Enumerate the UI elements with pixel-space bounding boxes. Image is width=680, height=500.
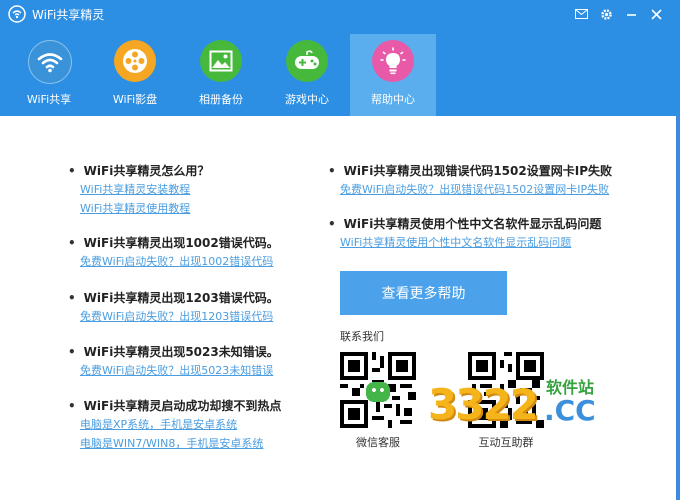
header: WiFi共享精灵 WiFi共享 WiFi影盘 相册备份 游戏中心 帮助中心 [0,0,680,116]
watermark-number: 3322 [428,380,539,429]
mail-icon[interactable] [572,5,590,23]
help-item: WiFi共享精灵出现1002错误代码。 免费WiFi启动失败？出现1002错误代… [80,234,340,271]
help-link[interactable]: 电脑是XP系统，手机是安卓系统 [80,415,340,434]
help-item: WiFi共享精灵出现1203错误代码。 免费WiFi启动失败？出现1203错误代… [80,289,340,326]
nav-item-wifi-share[interactable]: WiFi共享 [6,34,92,116]
help-item: WiFi共享精灵出现5023未知错误。 免费WiFi启动失败？出现5023未知错… [80,343,340,380]
nav-label: 相册备份 [199,93,243,106]
nav-label: WiFi共享 [26,93,72,106]
help-link[interactable]: WiFi共享精灵使用个性中文名软件显示乱码问题 [340,233,640,252]
title-bar[interactable]: WiFi共享精灵 [0,0,680,28]
watermark-domain: .CC [544,394,596,427]
wechat-qr-code [340,352,416,428]
more-help-button[interactable]: 查看更多帮助 [340,271,507,315]
help-link[interactable]: 免费WiFi启动失败？出现5023未知错误 [80,361,340,380]
wechat-qr-label: 微信客服 [356,436,400,449]
help-question: WiFi共享精灵怎么用？ [80,162,340,180]
help-link[interactable]: 电脑是WIN7/WIN8，手机是安卓系统 [80,434,340,453]
app-title: WiFi共享精灵 [32,8,105,22]
nav-label: 帮助中心 [371,93,415,106]
lightbulb-icon [372,40,414,82]
help-link[interactable]: 免费WiFi启动失败？出现1203错误代码 [80,307,340,326]
help-link[interactable]: 免费WiFi启动失败？出现1002错误代码 [80,252,340,271]
nav-item-game-center[interactable]: 游戏中心 [264,34,350,116]
help-link[interactable]: WiFi共享精灵安装教程 [80,180,340,199]
nav-item-photo-backup[interactable]: 相册备份 [178,34,264,116]
help-question: WiFi共享精灵出现1203错误代码。 [80,289,340,307]
minimize-icon[interactable] [622,5,640,23]
help-link[interactable]: 免费WiFi启动失败？出现错误代码1502设置网卡IP失败 [340,180,640,199]
help-item: WiFi共享精灵启动成功却搜不到热点 电脑是XP系统，手机是安卓系统 电脑是WI… [80,397,340,453]
nav-item-help-center[interactable]: 帮助中心 [350,34,436,116]
help-question: WiFi共享精灵出现错误代码1502设置网卡IP失败 [340,162,640,180]
nav-item-wifi-disk[interactable]: WiFi影盘 [92,34,178,116]
help-item: WiFi共享精灵使用个性中文名软件显示乱码问题 WiFi共享精灵使用个性中文名软… [340,215,640,252]
main-nav: WiFi共享 WiFi影盘 相册备份 游戏中心 帮助中心 [0,34,680,116]
gamepad-icon [286,40,328,82]
help-link[interactable]: WiFi共享精灵使用教程 [80,199,340,218]
nav-label: 游戏中心 [285,93,329,106]
help-question: WiFi共享精灵出现5023未知错误。 [80,343,340,361]
nav-label: WiFi影盘 [112,93,158,106]
close-icon[interactable] [647,5,665,23]
app-logo-icon [8,5,26,23]
help-question: WiFi共享精灵启动成功却搜不到热点 [80,397,340,415]
app-window: WiFi共享精灵 WiFi共享 WiFi影盘 相册备份 游戏中心 帮助中心 • … [0,0,680,500]
film-reel-icon [114,40,156,82]
site-watermark: 3322 软件站 .CC [428,370,618,440]
help-item: WiFi共享精灵出现错误代码1502设置网卡IP失败 免费WiFi启动失败？出现… [340,162,640,199]
photo-icon [200,40,242,82]
help-item: WiFi共享精灵怎么用？ WiFi共享精灵安装教程 WiFi共享精灵使用教程 [80,162,340,218]
window-edge [676,116,680,500]
gear-icon[interactable] [597,5,615,23]
wifi-icon [28,40,72,84]
contact-title: 联系我们 [340,330,384,343]
help-content: WiFi共享精灵怎么用？ WiFi共享精灵安装教程 WiFi共享精灵使用教程 W… [0,116,680,500]
help-question: WiFi共享精灵出现1002错误代码。 [80,234,340,252]
help-question: WiFi共享精灵使用个性中文名软件显示乱码问题 [340,215,640,233]
